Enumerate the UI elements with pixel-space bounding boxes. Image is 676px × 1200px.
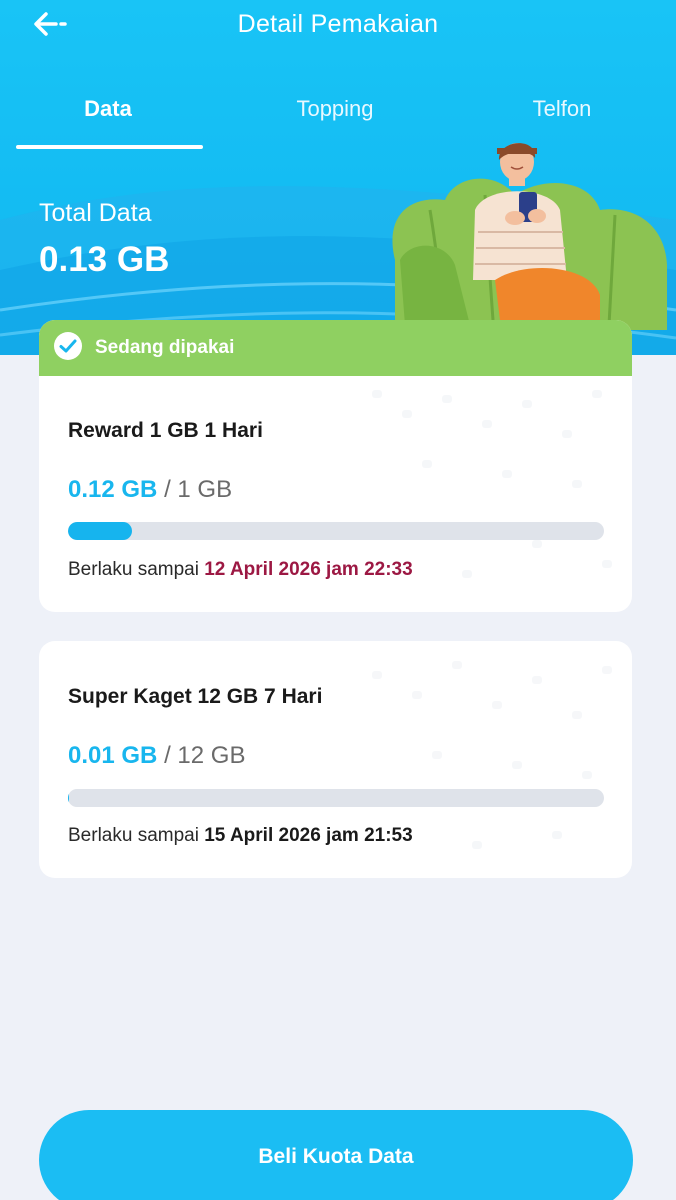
validity-prefix: Berlaku sampai — [68, 825, 199, 846]
validity-text: Berlaku sampai 12 April 2026 jam 22:33 — [68, 559, 413, 581]
woman-on-chair-illustration — [392, 143, 667, 330]
usage-total: 12 GB — [177, 742, 246, 769]
usage-total: 1 GB — [177, 476, 233, 503]
status-label: Sedang dipakai — [95, 337, 235, 358]
total-data-label: Total Data — [39, 199, 152, 227]
usage-progress-fill — [68, 522, 133, 540]
buy-data-quota-button[interactable]: Beli Kuota Data — [39, 1110, 633, 1200]
active-tab-indicator — [16, 145, 203, 149]
usage-used: 0.12 GB — [68, 476, 158, 503]
validity-text: Berlaku sampai 15 April 2026 jam 21:53 — [68, 825, 413, 847]
usage-separator: / — [164, 742, 171, 769]
validity-date: 12 April 2026 jam 22:33 — [204, 559, 413, 580]
package-name: Super Kaget 12 GB 7 Hari — [68, 685, 323, 708]
validity-prefix: Berlaku sampai — [68, 559, 199, 580]
usage-progress-bar — [68, 789, 604, 807]
usage-separator: / — [164, 476, 171, 503]
validity-date: 15 April 2026 jam 21:53 — [204, 825, 413, 846]
usage-progress-fill — [68, 789, 69, 807]
top-bar: Detail Pemakaian — [0, 0, 676, 60]
total-data-value: 0.13 GB — [39, 240, 170, 279]
tab-data[interactable]: Data — [13, 80, 203, 150]
check-circle-icon — [53, 331, 83, 366]
page-title: Detail Pemakaian — [237, 10, 439, 38]
usage-progress-bar — [68, 522, 604, 540]
usage-used: 0.01 GB — [68, 742, 158, 769]
header: Detail Pemakaian Data Topping Telfon Tot… — [0, 0, 676, 355]
package-card[interactable]: Super Kaget 12 GB 7 Hari 0.01 GB / 12 GB… — [39, 641, 632, 878]
package-name: Reward 1 GB 1 Hari — [68, 419, 263, 442]
package-usage: 0.01 GB / 12 GB — [68, 742, 245, 770]
status-bar: Sedang dipakai — [39, 320, 632, 376]
package-card-active[interactable]: Sedang dipakai Reward 1 GB 1 Hari 0.12 G… — [39, 320, 632, 612]
package-usage: 0.12 GB / 1 GB — [68, 476, 232, 504]
